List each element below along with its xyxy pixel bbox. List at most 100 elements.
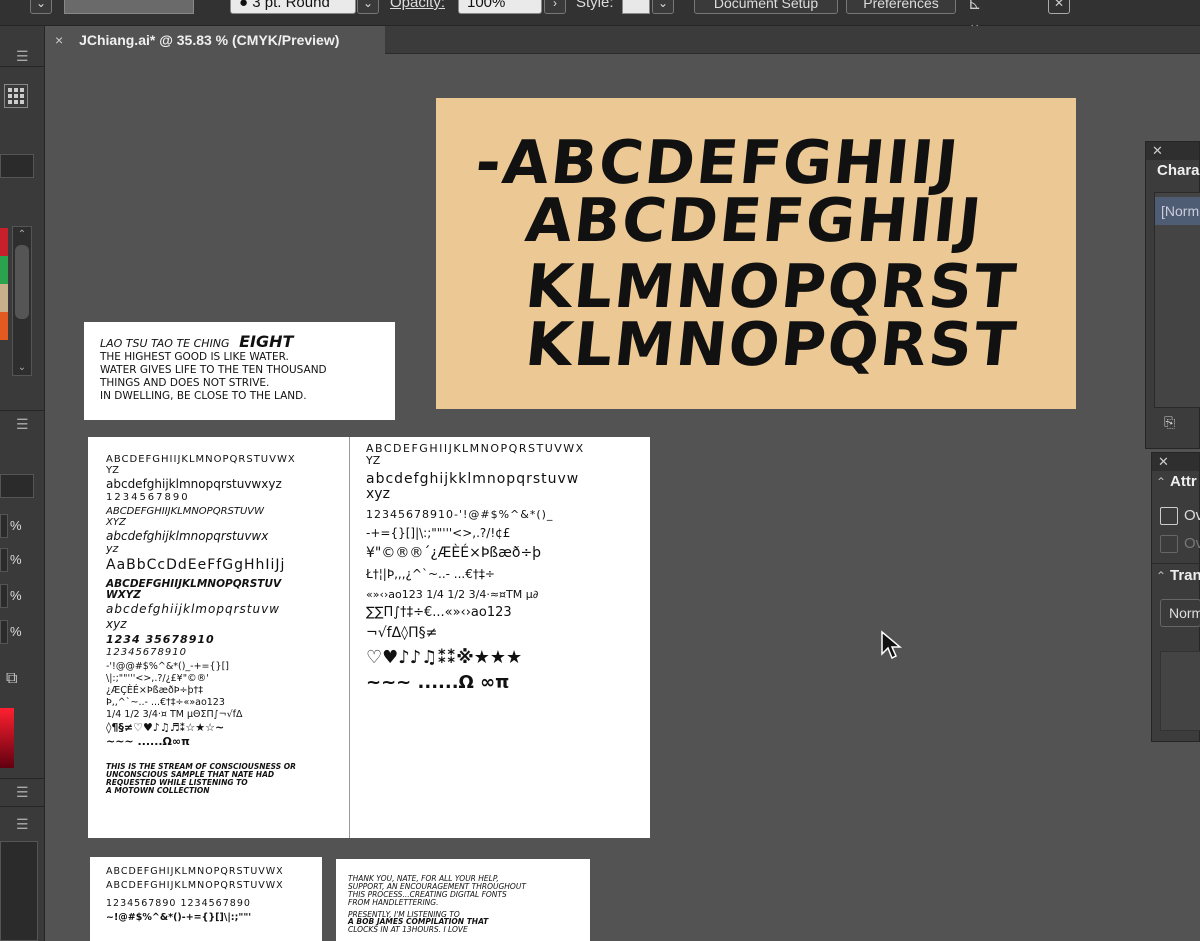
lettering-line: -ABCDEFGHIIJ xyxy=(472,127,964,198)
sample-heading: LAO TSU TAO TE CHING xyxy=(100,337,230,350)
preferences-button[interactable]: Preferences xyxy=(846,0,956,14)
dropdown-arrow-button[interactable]: ⌄ xyxy=(30,0,52,14)
sample-line: CLOCKS IN AT 13HOURS. I LOVE xyxy=(348,925,468,935)
character-style-list[interactable]: [Norm xyxy=(1154,192,1200,408)
sample-line: IN DWELLING, BE CLOSE TO THE LAND. xyxy=(100,389,307,402)
document-setup-button[interactable]: Document Setup xyxy=(694,0,838,14)
transform-icon[interactable]: ⧉ xyxy=(6,670,26,690)
percent-field-1[interactable] xyxy=(0,514,8,538)
swatches-scrollbar[interactable]: ⌃ ⌄ xyxy=(12,226,32,376)
opacity-label[interactable]: Opacity: xyxy=(390,0,445,14)
sample-line: 12345678910 xyxy=(106,646,187,658)
sample-line: LAO TSU TAO TE CHING EIGHT xyxy=(100,333,395,351)
sample-line: YZ xyxy=(366,453,381,467)
transparency-panel-title[interactable]: Tran xyxy=(1170,567,1200,584)
percent-field-3[interactable] xyxy=(0,584,8,608)
percent-label-2: % xyxy=(10,552,22,567)
bottom-right-sample[interactable]: THANK YOU, NATE, FOR ALL YOUR HELP, SUPP… xyxy=(336,859,590,941)
alphabet-sample-sheet[interactable]: ABCDEFGHIIJKLMNOPQRSTUVWX YZ abcdefghijk… xyxy=(88,437,650,838)
panel-menu-icon-2[interactable]: ☰ xyxy=(16,417,32,431)
sample-line: abcdefghijkklmnopqrstuvw xyxy=(366,471,580,488)
character-panel: ✕ Chara [Norm ⎘ xyxy=(1145,141,1200,449)
lettering-line: ABCDEFGHIIJ xyxy=(522,185,987,256)
sample-line: \|:;""'''<>,.?/¿£¥"©®' xyxy=(106,673,209,685)
sample-line: -+={}[]|\:;""'''<>,.?/!¢£ xyxy=(366,526,511,541)
percent-field-4[interactable] xyxy=(0,620,8,644)
panel-close-icon[interactable]: ✕ xyxy=(1146,142,1199,160)
sample-line: WXYZ xyxy=(106,588,141,601)
sample-line: ~~~ ......Ω∞π xyxy=(106,734,190,748)
sample-line: ABCDEFGHIJKLMNOPQRSTUVWX xyxy=(106,866,284,877)
character-style-item[interactable]: [Norm xyxy=(1155,197,1200,225)
grid-view-icon[interactable] xyxy=(4,84,28,108)
swatch-tan[interactable] xyxy=(0,284,8,312)
sample-line: abcdefghiijklmopqrstuvw xyxy=(106,601,280,616)
lettering-line: KLMNOPQRST xyxy=(522,251,1021,322)
document-tab[interactable]: × JChiang.ai* @ 35.83 % (CMYK/Preview) xyxy=(45,26,385,54)
new-style-icon[interactable]: ⎘ xyxy=(1164,414,1184,434)
sample-line: ¥"©®®´¿ÆÈÉ×Þßæð÷þ xyxy=(366,544,542,561)
panel-search-field[interactable] xyxy=(0,154,34,178)
sample-line: xyz xyxy=(366,485,390,502)
page-divider xyxy=(349,437,350,838)
style-dropdown-arrow[interactable]: ⌄ xyxy=(652,0,674,14)
stroke-weight-field[interactable] xyxy=(0,474,34,498)
percent-field-2[interactable] xyxy=(0,548,8,572)
sample-line: THE HIGHEST GOOD IS LIKE WATER. xyxy=(100,350,289,363)
sample-line: XYZ xyxy=(106,516,126,528)
character-panel-title[interactable]: Chara xyxy=(1157,162,1200,179)
transparency-thumbnail[interactable] xyxy=(1160,651,1200,731)
artboard-canvas[interactable]: -ABCDEFGHIIJ ABCDEFGHIIJ KLMNOPQRST KLMN… xyxy=(46,55,1200,941)
sample-line: FROM HANDLETTERING. xyxy=(348,897,439,907)
stroke-preview[interactable] xyxy=(64,0,194,14)
sample-line: ABCDEFGHIIJKLMNOPQRSTUVW xyxy=(106,506,265,518)
overprint-stroke-checkbox[interactable] xyxy=(1160,535,1178,553)
panel-menu-icon[interactable]: ☰ xyxy=(16,49,32,63)
sample-line: ABCDEFGHIIJKLMNOPQRSTUVWX xyxy=(106,454,296,465)
sample-line: Ł†¦|Þ,,,¿^`~..- ...€†‡÷ xyxy=(366,567,495,582)
brush-definition-dropdown[interactable]: ● 3 pt. Round xyxy=(230,0,356,14)
overprint-fill-checkbox[interactable] xyxy=(1160,507,1178,525)
style-swatch[interactable] xyxy=(622,0,650,14)
sample-line: abcdefghijklmnopqrstuvwx xyxy=(106,529,269,544)
swatch-green[interactable] xyxy=(0,256,8,284)
sample-line: yz xyxy=(106,541,119,555)
panel-menu-icon-3[interactable]: ☰ xyxy=(16,785,32,799)
sample-line: A MOTOWN COLLECTION xyxy=(106,785,210,795)
document-tab-bar: × JChiang.ai* @ 35.83 % (CMYK/Preview) xyxy=(45,26,1200,54)
sample-line: «»‹›ao123 1/4 1/2 3/4·≈¤TM µ∂ xyxy=(366,587,539,601)
scroll-down-icon[interactable]: ⌄ xyxy=(15,362,29,373)
isolate-icon[interactable]: ✕ xyxy=(1048,0,1070,14)
arrange-icon[interactable]: ⊾ ⌄ xyxy=(968,0,998,33)
stroke-dropdown-arrow[interactable]: ⌄ xyxy=(357,0,379,14)
bottom-left-sample[interactable]: ABCDEFGHIJKLMNOPQRSTUVWX ABCDEFGHIJKLMNO… xyxy=(90,857,322,941)
sample-line: ¿ÆÇÈÉ×ÞßæðÞ÷þ†‡ xyxy=(106,685,204,697)
attributes-panel-title[interactable]: Attr xyxy=(1170,473,1197,490)
lao-tsu-sample[interactable]: LAO TSU TAO TE CHING EIGHT THE HIGHEST G… xyxy=(84,322,395,420)
blend-mode-dropdown[interactable]: Norm xyxy=(1160,599,1200,627)
collapse-chevron-icon[interactable]: ⌃ xyxy=(1156,475,1166,489)
sample-line: abcdefghijklmnopqrstuvwxyz xyxy=(106,477,282,491)
color-spectrum[interactable] xyxy=(0,708,14,768)
sample-line: ABCDEFGHIJKLMNOPQRSTUVWX xyxy=(106,879,284,891)
sample-line: 12345678910-'!@#$%^&*()_ xyxy=(366,508,554,522)
sample-line: ◊¶§≠♡♥♪♫♬⁑☆★☆~ xyxy=(106,721,225,735)
scroll-up-icon[interactable]: ⌃ xyxy=(15,229,29,240)
swatch-orange[interactable] xyxy=(0,312,8,340)
collapse-chevron-icon[interactable]: ⌃ xyxy=(1156,569,1166,583)
sample-line: 1234567890 1234567890 xyxy=(106,897,251,909)
sample-line: -'!@@#$%^&*()_-+={}[] xyxy=(106,661,230,673)
overprint-stroke-label: Ov xyxy=(1184,535,1200,552)
sample-line: 1/4 1/2 3/4·¤ TM µΘΣΠ∫¬√fΔ xyxy=(106,709,243,721)
left-panel-dock: ☰ ⌃ ⌄ ☰ % % % % ⧉ ☰ ☰ xyxy=(0,26,45,941)
sample-line: ~~~ ......Ω ∞π xyxy=(366,671,510,693)
opacity-arrow-button[interactable]: › xyxy=(544,0,566,14)
lettering-artboard[interactable]: -ABCDEFGHIIJ ABCDEFGHIIJ KLMNOPQRST KLMN… xyxy=(436,98,1076,409)
panel-menu-icon-4[interactable]: ☰ xyxy=(16,817,32,831)
panel-close-icon[interactable]: ✕ xyxy=(1152,453,1199,471)
close-tab-icon[interactable]: × xyxy=(55,32,63,48)
opacity-field[interactable]: 100% xyxy=(458,0,542,14)
swatch-red[interactable] xyxy=(0,228,8,256)
stroke-value: 3 pt. Round xyxy=(252,0,330,11)
scrollbar-thumb[interactable] xyxy=(15,245,29,319)
